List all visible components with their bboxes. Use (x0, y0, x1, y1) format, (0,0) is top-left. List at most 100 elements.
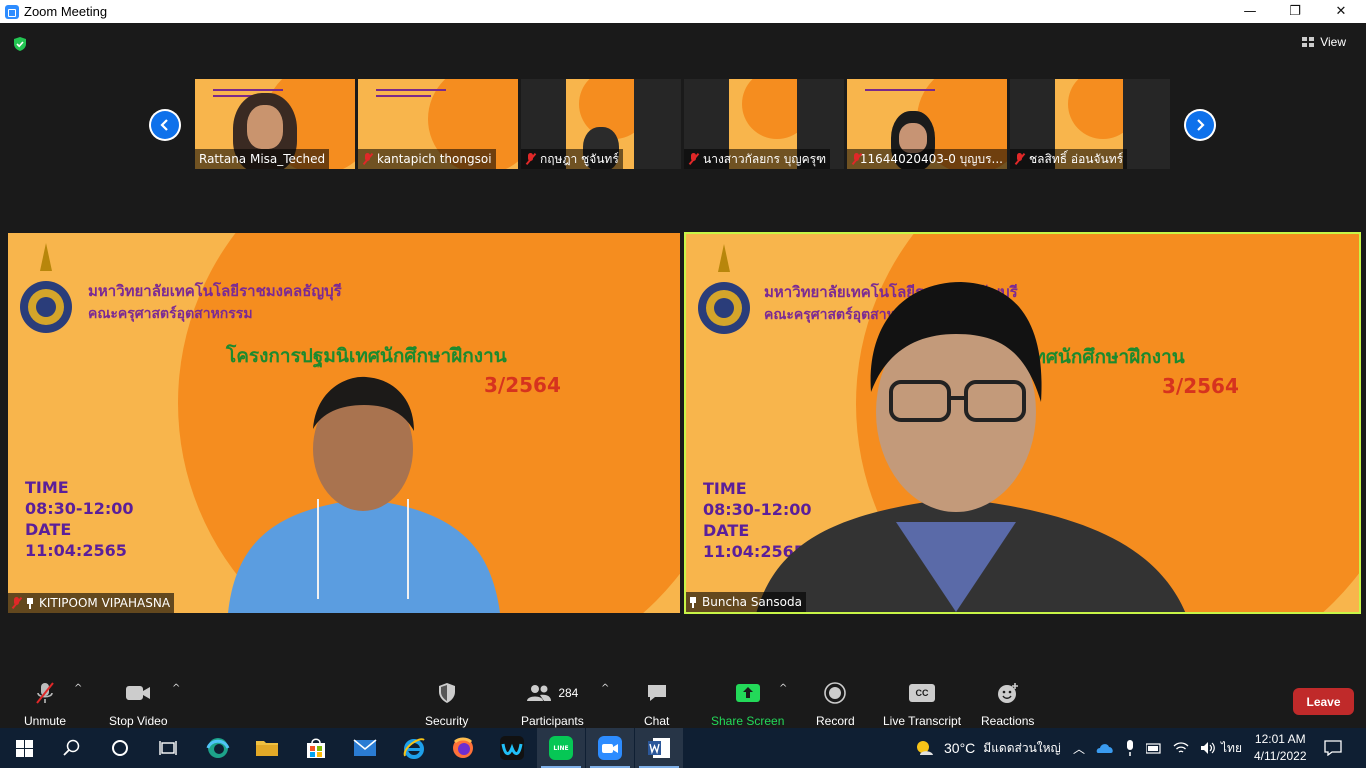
participant-person-image (756, 282, 1186, 612)
slide-time-date: TIME 08:30-12:00 DATE 11:04:2565 (25, 478, 134, 560)
microphone-icon[interactable] (1125, 740, 1135, 756)
participant-name: กฤษฎา ชูจันทร์ (521, 149, 623, 169)
store-bag-icon (307, 738, 325, 758)
audio-options-caret[interactable]: ^ (74, 683, 82, 694)
participant-thumbnail[interactable]: 11644020403-0 บุญบร... (847, 79, 1007, 169)
meeting-toolbar: Unmute ^ Stop Video ^ Security 284 Parti… (0, 675, 1366, 728)
taskbar-search-button[interactable] (48, 728, 96, 768)
participant-person-image (228, 376, 500, 613)
pin-icon (689, 596, 697, 608)
task-view-button[interactable] (144, 728, 192, 768)
video-tile-buncha-active-speaker[interactable]: มหาวิทยาลัยเทคโนโลยีราชมงคลธัญบุรี คณะคร… (684, 232, 1361, 614)
taskbar-webex-app[interactable] (488, 728, 536, 768)
muted-mic-icon (1014, 153, 1025, 165)
participant-name: 11644020403-0 บุญบร... (847, 149, 1007, 169)
participants-options-caret[interactable]: ^ (601, 683, 609, 694)
taskbar-clock[interactable]: 12:01 AM 4/11/2022 (1254, 728, 1307, 768)
taskbar-internet-explorer-app[interactable] (390, 728, 438, 768)
reactions-smiley-icon (997, 683, 1018, 703)
security-button[interactable]: Security (425, 681, 468, 728)
thumbnail-strip: Rattana Misa_Teched kantapich thongsoi ก… (195, 79, 1170, 169)
edge-browser-icon (206, 738, 230, 758)
chat-bubble-icon (647, 685, 666, 701)
input-language-indicator[interactable]: ไทย (1221, 728, 1242, 768)
live-transcript-button[interactable]: CC Live Transcript (883, 681, 961, 728)
leave-button[interactable]: Leave (1293, 688, 1354, 715)
partly-sunny-icon (917, 741, 933, 755)
cortana-button[interactable] (96, 728, 144, 768)
taskbar-firefox-app[interactable] (439, 728, 487, 768)
participant-count: 284 (558, 686, 579, 700)
next-page-button[interactable] (1184, 109, 1216, 141)
chat-button[interactable]: Chat (644, 681, 669, 728)
slide-project-title: โครงการปฐมนิเทศนักศึกษาฝึกงาน (226, 345, 507, 367)
weather-widget[interactable]: 30°C มีแดดส่วนใหญ่ (914, 728, 1061, 768)
participant-thumbnail[interactable]: Rattana Misa_Teched (195, 79, 355, 169)
taskbar-file-explorer-app[interactable] (243, 728, 291, 768)
zoom-app-taskbar-icon (598, 736, 622, 760)
participant-thumbnail[interactable]: นางสาวกัลยกร บุญครุฑ (684, 79, 844, 169)
share-screen-icon (735, 684, 760, 702)
university-logo-icon (698, 244, 750, 334)
participant-name: ชลสิทธิ์ อ่อนจันทร์ (1010, 149, 1128, 169)
battery-icon[interactable] (1146, 742, 1162, 754)
participant-thumbnail[interactable]: กฤษฎา ชูจันทร์ (521, 79, 681, 169)
muted-microphone-icon (36, 682, 54, 704)
share-options-caret[interactable]: ^ (779, 683, 787, 694)
cortana-circle-icon (112, 740, 128, 756)
stop-video-button[interactable]: Stop Video (109, 681, 168, 728)
muted-mic-icon (851, 153, 859, 165)
firefox-icon (453, 737, 473, 758)
word-app-icon (648, 738, 670, 758)
pin-icon (26, 597, 34, 609)
view-button[interactable]: View (1302, 35, 1346, 49)
taskbar-line-app[interactable]: LINE (537, 728, 585, 768)
taskbar-mail-app[interactable] (341, 728, 389, 768)
university-logo-icon (20, 243, 72, 333)
taskbar-edge-app[interactable] (194, 728, 242, 768)
reactions-button[interactable]: Reactions (981, 681, 1034, 728)
notification-icon (1324, 740, 1342, 756)
zoom-app-icon (5, 4, 19, 19)
taskbar-word-app[interactable] (635, 728, 683, 768)
minimize-button[interactable]: — (1227, 0, 1273, 23)
video-camera-icon (126, 686, 151, 700)
video-tile-kitipoom[interactable]: มหาวิทยาลัยเทคโนโลยีราชมงคลธัญบุรี คณะคร… (8, 233, 680, 613)
participant-thumbnail[interactable]: ชลสิทธิ์ อ่อนจันทร์ (1010, 79, 1170, 169)
window-title: Zoom Meeting (24, 4, 108, 19)
start-button[interactable] (0, 728, 48, 768)
grid-view-icon (1302, 37, 1315, 47)
chevron-up-icon[interactable]: ︿ (1073, 740, 1085, 757)
closed-caption-icon: CC (909, 684, 936, 702)
taskbar-store-app[interactable] (292, 728, 340, 768)
muted-mic-icon (525, 153, 536, 165)
view-label: View (1320, 35, 1346, 49)
encryption-shield-icon[interactable] (12, 36, 28, 52)
participant-thumbnail[interactable]: kantapich thongsoi (358, 79, 518, 169)
search-icon (63, 739, 80, 756)
wifi-icon[interactable] (1173, 741, 1189, 755)
taskbar-zoom-app[interactable] (586, 728, 634, 768)
participants-icon (527, 685, 552, 701)
maximize-button[interactable]: ❐ (1272, 0, 1318, 23)
notification-center-button[interactable] (1324, 728, 1342, 768)
speaker-volume-icon[interactable] (1200, 741, 1216, 755)
previous-page-button[interactable] (149, 109, 181, 141)
muted-mic-icon (362, 153, 373, 165)
share-screen-button[interactable]: Share Screen (711, 681, 784, 728)
unmute-button[interactable]: Unmute (24, 681, 66, 728)
participant-name: kantapich thongsoi (358, 149, 496, 169)
record-button[interactable]: Record (816, 681, 855, 728)
record-icon (824, 682, 847, 704)
mail-envelope-icon (353, 739, 377, 756)
participant-name: Rattana Misa_Teched (195, 149, 330, 169)
participants-button[interactable]: 284 Participants (521, 681, 584, 728)
folder-icon (256, 741, 278, 756)
onedrive-cloud-icon[interactable] (1096, 742, 1114, 754)
close-window-button[interactable]: ✕ (1318, 0, 1364, 23)
meeting-area: View Rattana Misa_Teched kantapich thong… (0, 23, 1366, 675)
slide-org-line1: มหาวิทยาลัยเทคโนโลยีราชมงคลธัญบุรี (88, 282, 342, 300)
video-options-caret[interactable]: ^ (172, 683, 180, 694)
video-name-label: KITIPOOM VIPAHASNA (8, 593, 175, 613)
windows-logo-icon (15, 739, 33, 757)
